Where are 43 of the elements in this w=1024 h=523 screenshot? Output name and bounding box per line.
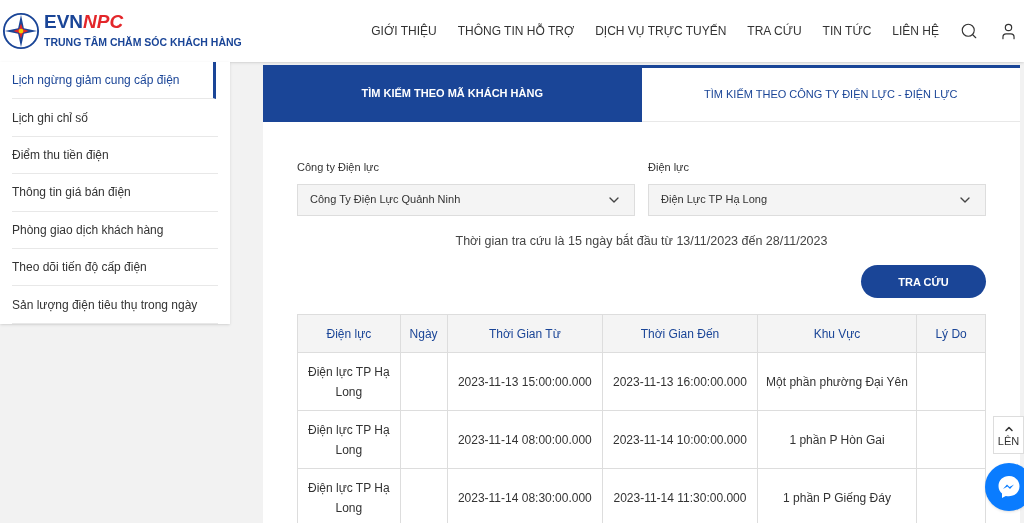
nav-link[interactable]: DỊCH VỤ TRỰC TUYẾN [595, 22, 727, 40]
table-cell: Điện lực TP Hạ Long [297, 410, 401, 469]
user-icon[interactable] [999, 21, 1018, 41]
column-header: Thời Gian Từ [447, 314, 603, 353]
sidebar-item[interactable]: Thông tin giá bán điện [12, 174, 218, 212]
sidebar-item[interactable]: Điểm thu tiền điện [12, 136, 218, 175]
table-cell: 2023-11-13 15:00:00.000 [447, 352, 603, 411]
messenger-icon [996, 474, 1022, 500]
column-header: Điện lực [297, 314, 401, 353]
table-cell: 2023-11-13 16:00:00.000 [602, 352, 758, 411]
search-button[interactable]: TRA CỨU [861, 265, 986, 299]
dropdown-field[interactable]: Điện Lực TP Hạ Long [648, 183, 986, 216]
sidebar-item[interactable]: Sản lượng điện tiêu thụ trong ngày [12, 286, 218, 324]
field-label: Điện lực [648, 160, 690, 175]
column-header: Lý Do [916, 314, 986, 353]
column-header: Thời Gian Đến [602, 314, 758, 353]
table-cell: Một phần phường Đại Yên [757, 352, 917, 411]
site-subtitle: TRUNG TÂM CHĂM SÓC KHÁCH HÀNG [44, 35, 242, 51]
sidebar-item[interactable]: Lịch ghi chỉ số [12, 99, 218, 137]
nav-link[interactable]: TRA CỨU [747, 22, 802, 40]
table-cell: 2023-11-14 08:00:00.000 [447, 410, 603, 469]
search-icon[interactable] [960, 22, 978, 40]
table-cell: 2023-11-14 10:00:00.000 [602, 410, 758, 469]
nav-link[interactable]: THÔNG TIN HỖ TRỢ [457, 22, 575, 40]
table-cell: Điện lực TP Hạ Long [297, 468, 401, 523]
logo-wordmark: EVNNPC [44, 11, 125, 34]
table-cell: 1 phần P Hòn Gai [757, 410, 917, 469]
nav-link[interactable]: LIÊN HỆ [892, 22, 939, 40]
search-tab[interactable]: TÌM KIẾM THEO CÔNG TY ĐIỆN LỰC - ĐIỆN LỰC [641, 65, 1020, 122]
sidebar-item[interactable]: Phòng giao dịch khách hàng [12, 211, 218, 249]
nav-link[interactable]: TIN TỨC [822, 22, 872, 40]
column-header: Khu Vực [757, 314, 917, 353]
field-label: Công ty Điện lực [297, 160, 380, 175]
back-to-top-button[interactable]: LÊN [993, 416, 1024, 454]
dropdown-field[interactable]: Công Ty Điện Lực Quảnh Ninh [297, 183, 635, 216]
search-period-note: Thời gian tra cứu là 15 ngày bắt đầu từ 13/11/2023 đến 28/11/2023 [454, 232, 829, 250]
sidebar-item[interactable]: Theo dõi tiến độ cấp điện [12, 248, 218, 287]
sidebar-item[interactable]: Lịch ngừng giảm cung cấp điện [12, 62, 216, 100]
nav-link[interactable]: GIỚI THIỆU [371, 22, 437, 40]
search-tab[interactable]: TÌM KIẾM THEO MÃ KHÁCH HÀNG [263, 65, 642, 122]
star-logo-icon [2, 12, 40, 50]
table-cell: Điện lực TP Hạ Long [297, 352, 401, 411]
column-header: Ngày [400, 314, 448, 353]
